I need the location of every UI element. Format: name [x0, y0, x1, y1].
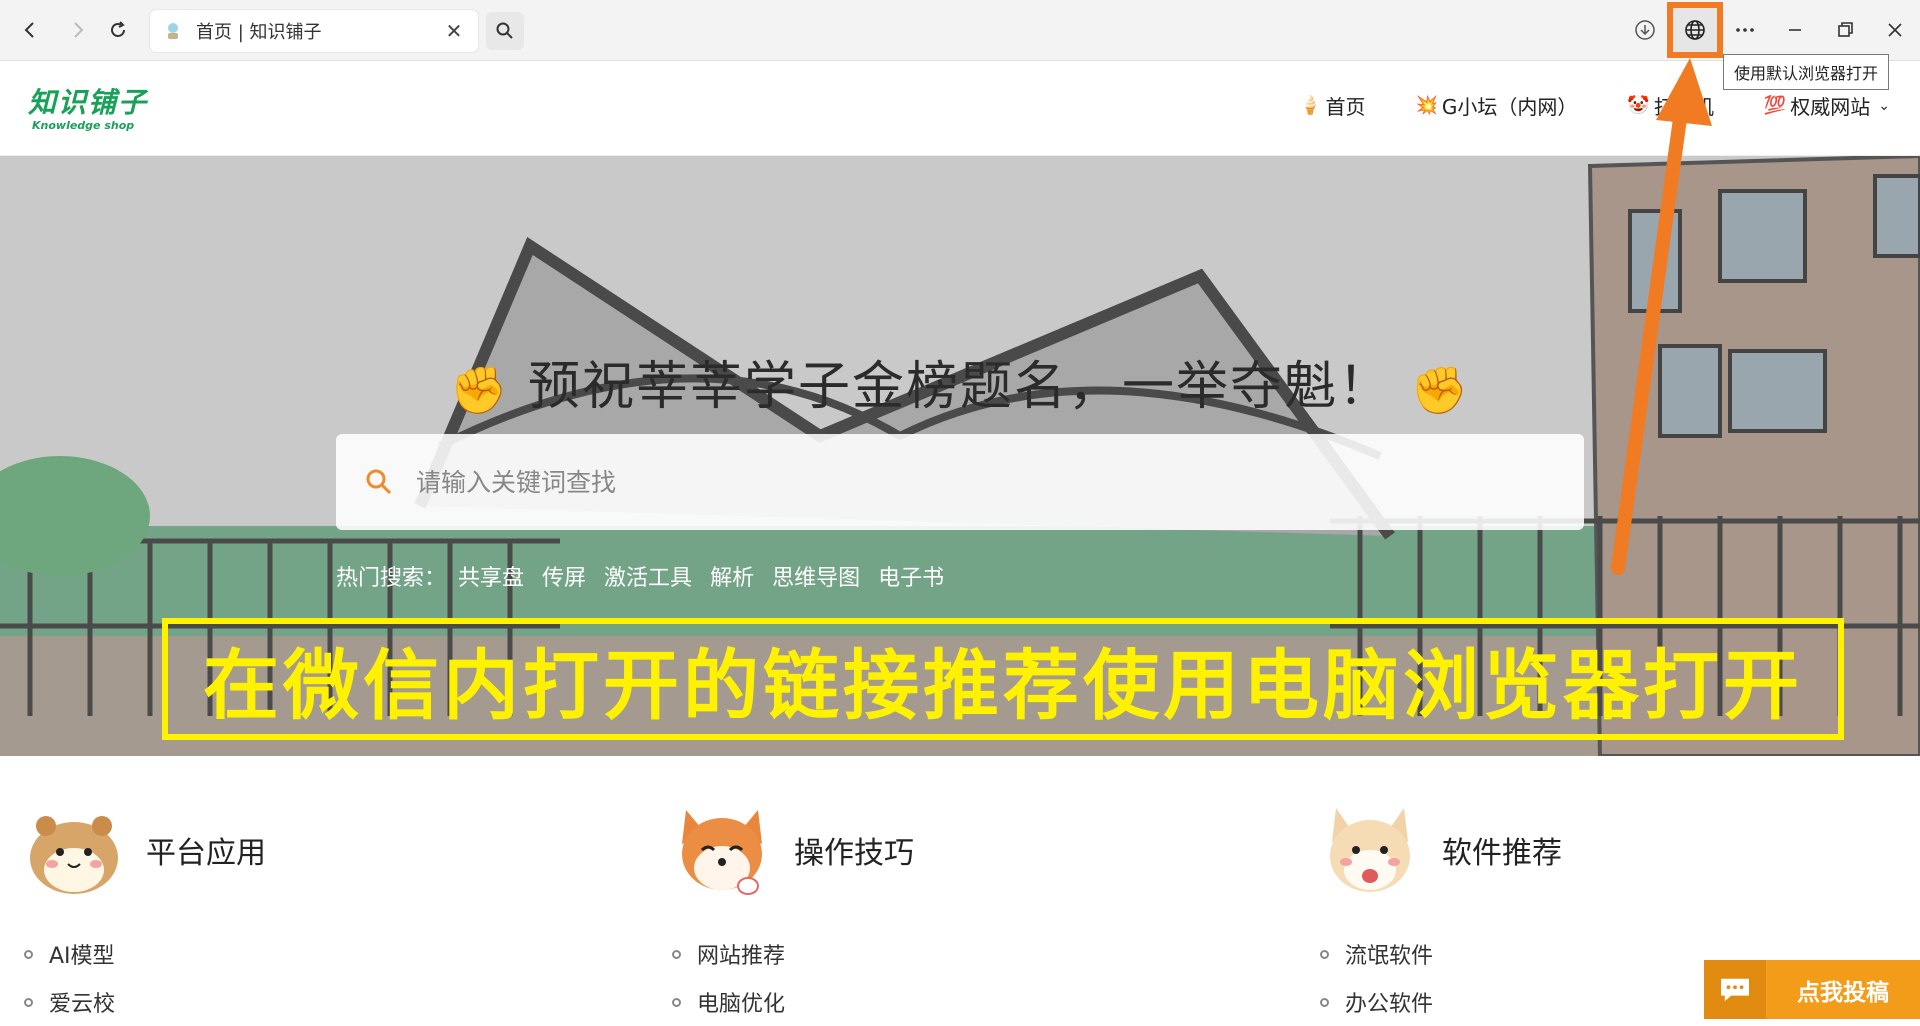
category-operation-tips: 操作技巧 网站推荐 电脑优化: [672, 800, 1232, 1026]
close-icon[interactable]: [1870, 5, 1920, 55]
search-icon[interactable]: [486, 12, 524, 50]
logo-text: 知识铺子: [28, 86, 149, 119]
nav-item-authority-sites[interactable]: 💯 权威网站 ⌄: [1764, 91, 1890, 120]
download-icon[interactable]: [1620, 5, 1670, 55]
nav-label: 打印机: [1653, 95, 1714, 119]
close-tab-icon[interactable]: ✕: [442, 19, 466, 43]
bullet-icon: [1320, 949, 1329, 959]
nav-item-printer[interactable]: 🤡 打印机: [1627, 91, 1713, 120]
tooltip: 使用默认浏览器打开: [1722, 54, 1889, 90]
back-icon[interactable]: [12, 12, 48, 48]
annotation-banner: 在微信内打开的链接推荐使用电脑浏览器打开: [162, 618, 1844, 740]
shiba-dog-icon: [682, 810, 762, 895]
bullet-icon: [1320, 997, 1329, 1007]
bullet-icon: [672, 997, 681, 1007]
list-item-label: 网站推荐: [697, 944, 786, 969]
site-search-box: [336, 434, 1584, 530]
clown-icon: 🤡: [1627, 95, 1650, 116]
nav-label: 权威网站: [1790, 95, 1871, 119]
nav-label: 首页: [1325, 95, 1366, 119]
logo-subtext: Knowledge shop: [32, 119, 135, 132]
reload-icon[interactable]: [100, 12, 136, 48]
nav-label: G小坛（内网）: [1441, 95, 1578, 119]
category-platform-apps: 平台应用 AI模型 爱云校: [24, 800, 584, 1026]
collision-icon: 💥: [1415, 95, 1438, 116]
hot-searches-label: 热门搜索：: [336, 566, 447, 591]
raised-fist-icon: ✊: [1410, 362, 1470, 417]
list-item[interactable]: AI模型: [24, 930, 584, 978]
annotation-banner-text: 在微信内打开的链接推荐使用电脑浏览器打开: [203, 641, 1803, 730]
nav-item-home[interactable]: 🍦 首页: [1299, 91, 1365, 120]
tab-title: 首页 | 知识铺子: [196, 22, 322, 43]
main-nav: 🍦 首页 💥 G小坛（内网） 🤡 打印机 💯 权威网站 ⌄: [1299, 91, 1920, 120]
chevron-down-icon: ⌄: [1878, 97, 1890, 114]
restore-icon[interactable]: [1820, 5, 1870, 55]
hundred-points-icon: 💯: [1763, 95, 1787, 116]
hot-search-link[interactable]: 传屏: [542, 560, 586, 592]
hot-search-link[interactable]: 电子书: [878, 560, 944, 592]
list-item-label: 电脑优化: [697, 992, 786, 1017]
list-item[interactable]: 网站推荐: [672, 930, 1232, 978]
search-input[interactable]: [416, 467, 1516, 497]
puppy-icon: [1330, 808, 1410, 892]
hot-search-link[interactable]: 共享盘: [458, 560, 524, 592]
hero-headline: ✊ 预祝莘莘学子金榜题名，一举夺魁！ ✊: [0, 344, 1920, 419]
hot-search-link[interactable]: 激活工具: [604, 560, 692, 592]
browser-toolbar: 首页 | 知识铺子 ✕: [0, 0, 1920, 61]
hot-search-link[interactable]: 解析: [710, 560, 754, 592]
bullet-icon: [672, 949, 681, 959]
minimize-icon[interactable]: [1770, 5, 1820, 55]
contribute-label: 点我投稿: [1797, 979, 1889, 1006]
raised-fist-icon: ✊: [450, 362, 510, 417]
bullet-icon: [24, 949, 33, 959]
globe-icon[interactable]: [1667, 2, 1723, 58]
search-icon: [366, 469, 392, 495]
nav-item-forum[interactable]: 💥 G小坛（内网）: [1416, 91, 1578, 120]
more-icon[interactable]: [1720, 5, 1770, 55]
bullet-icon: [24, 997, 33, 1007]
hero-banner: ✊ 预祝莘莘学子金榜题名，一举夺魁！ ✊ 热门搜索： 共享盘 传屏 激活工具 解…: [0, 156, 1920, 756]
category-title[interactable]: 操作技巧: [794, 828, 914, 872]
list-item-label: 流氓软件: [1345, 944, 1434, 969]
hamster-icon: [30, 816, 118, 894]
contribute-button[interactable]: 点我投稿: [1704, 960, 1920, 1019]
hot-searches: 热门搜索： 共享盘 传屏 激活工具 解析 思维导图 电子书: [336, 560, 962, 592]
hot-search-link[interactable]: 思维导图: [772, 560, 860, 592]
favicon-icon: [162, 20, 184, 42]
category-title[interactable]: 平台应用: [146, 828, 266, 872]
headline-text: 预祝莘莘学子金榜题名，一举夺魁！: [527, 357, 1392, 417]
list-item-label: 办公软件: [1345, 992, 1434, 1017]
ice-cream-icon: 🍦: [1299, 95, 1322, 116]
site-header: 知识铺子 Knowledge shop 🍦 首页 💥 G小坛（内网） 🤡 打印机…: [0, 61, 1920, 156]
list-item-label: 爱云校: [49, 992, 116, 1017]
category-title[interactable]: 软件推荐: [1442, 828, 1562, 872]
forward-icon[interactable]: [60, 12, 96, 48]
list-item-label: AI模型: [49, 944, 115, 969]
site-logo[interactable]: 知识铺子 Knowledge shop: [28, 81, 148, 132]
chat-bubble-icon: [1704, 960, 1766, 1019]
browser-tab[interactable]: 首页 | 知识铺子 ✕: [150, 10, 478, 52]
